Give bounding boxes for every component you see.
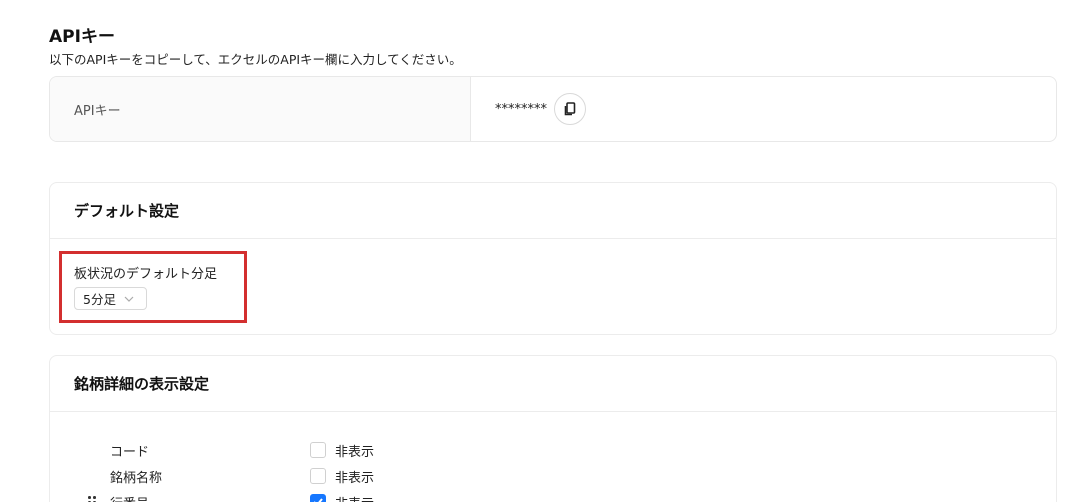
hide-checkbox[interactable] [310,494,326,502]
api-key-value-cell: ******** [471,77,1056,141]
default-settings-title: デフォルト設定 [50,183,1056,239]
check-icon [314,498,323,502]
field-name: 行番号 [110,493,149,502]
drag-handle-icon[interactable] [88,496,96,502]
api-key-value: ******** [495,101,547,117]
default-settings-card: デフォルト設定 板状況のデフォルト分足 5分足 [49,182,1057,335]
copy-button[interactable] [554,93,586,125]
board-interval-value: 5分足 [83,292,116,307]
copy-icon [564,102,576,116]
stock-detail-title: 銘柄詳細の表示設定 [50,356,1056,412]
api-key-table: APIキー ******** [49,76,1057,142]
stock-detail-card: 銘柄詳細の表示設定 コード 非表示 銘柄名称 非表示 行番号 非表示 [49,355,1057,502]
api-key-label: APIキー [50,77,471,141]
hide-checkbox-label: 非表示 [335,471,375,486]
hide-checkbox-label: 非表示 [335,493,374,502]
field-name: 銘柄名称 [110,471,163,486]
board-default-label: 板状況のデフォルト分足 [74,267,218,282]
api-description: 以下のAPIキーをコピーして、エクセルのAPIキー欄に入力してください。 [49,52,462,67]
api-title: APIキー [49,27,115,47]
hide-checkbox-label: 非表示 [335,445,375,460]
field-name: コード [110,445,150,460]
board-interval-select[interactable]: 5分足 [74,287,147,310]
list-item: 行番号 非表示 [50,490,1056,502]
list-item: コード 非表示 [50,438,1056,462]
chevron-down-icon [124,296,134,302]
hide-checkbox[interactable] [310,442,326,458]
hide-checkbox[interactable] [310,468,326,484]
list-item: 銘柄名称 非表示 [50,464,1056,488]
